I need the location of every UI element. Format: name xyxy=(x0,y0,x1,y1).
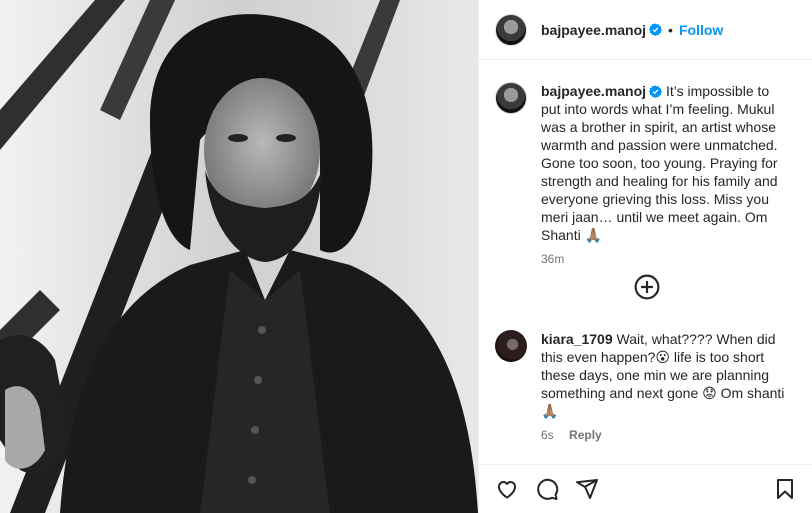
caption-body: bajpayee.manoj It’s impossible to put in… xyxy=(541,82,791,244)
caption-username[interactable]: bajpayee.manoj xyxy=(541,83,646,99)
post-dialog: bajpayee.manoj • Follow bajpayee.manoj I… xyxy=(0,0,812,513)
commenter-avatar[interactable] xyxy=(495,330,527,362)
verified-badge-icon xyxy=(649,23,663,36)
verified-badge-icon xyxy=(649,85,663,98)
author-avatar[interactable] xyxy=(495,13,527,46)
action-bar xyxy=(479,464,812,513)
caption-text: It’s impossible to put into words what I… xyxy=(541,83,778,243)
caption-avatar[interactable] xyxy=(495,82,527,114)
post-photo[interactable] xyxy=(0,0,478,513)
comment-icon[interactable] xyxy=(535,477,559,501)
author-username[interactable]: bajpayee.manoj xyxy=(541,22,646,38)
separator-dot: • xyxy=(668,21,673,38)
commenter-username[interactable]: kiara_1709 xyxy=(541,331,613,347)
post-side-panel: bajpayee.manoj • Follow bajpayee.manoj I… xyxy=(478,0,812,513)
share-icon[interactable] xyxy=(575,477,599,501)
comment-meta: 6s Reply xyxy=(541,428,791,442)
follow-button[interactable]: Follow xyxy=(679,22,723,38)
post-header: bajpayee.manoj • Follow xyxy=(479,0,812,60)
comment-timestamp[interactable]: 6s xyxy=(541,428,554,442)
comment-item: kiara_1709 Wait, what???? When did this … xyxy=(495,330,791,442)
caption-block: bajpayee.manoj It’s impossible to put in… xyxy=(479,60,812,266)
plus-circle-icon[interactable] xyxy=(634,274,660,300)
comment-body: kiara_1709 Wait, what???? When did this … xyxy=(541,330,791,420)
caption-timestamp[interactable]: 36m xyxy=(541,252,564,266)
caption-meta: 36m xyxy=(541,252,791,266)
heart-icon[interactable] xyxy=(495,477,519,501)
reply-button[interactable]: Reply xyxy=(569,428,602,442)
bookmark-icon[interactable] xyxy=(773,477,797,501)
